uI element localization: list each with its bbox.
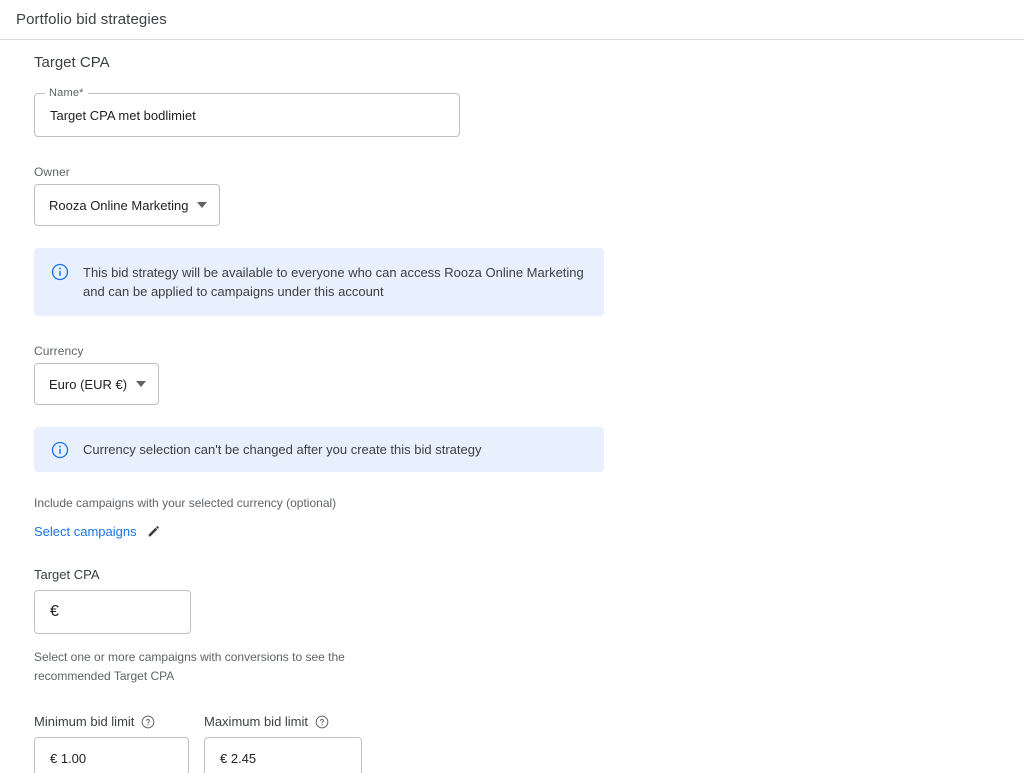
- owner-info-banner-text: This bid strategy will be available to e…: [83, 265, 584, 299]
- include-campaigns-group: Include campaigns with your selected cur…: [34, 494, 1024, 539]
- portfolio-bid-strategy-page: Portfolio bid strategies Target CPA Name…: [0, 0, 1024, 773]
- chevron-down-icon: [136, 381, 147, 387]
- minimum-bid-limit-head: Minimum bid limit: [34, 714, 189, 729]
- page-title: Portfolio bid strategies: [16, 11, 167, 28]
- name-field-label: Name*: [45, 87, 88, 99]
- currency-select[interactable]: Euro (EUR €): [34, 363, 160, 405]
- section-title: Target CPA: [34, 54, 110, 71]
- minimum-bid-limit-label: Minimum bid limit: [34, 714, 135, 729]
- chevron-down-icon: [197, 202, 208, 208]
- minimum-bid-limit-group: Minimum bid limit € 1.00 Bid limits will…: [34, 714, 189, 773]
- form-content: Target CPA Name* Target CPA met bodlimie…: [0, 40, 1024, 773]
- target-cpa-value: €: [50, 603, 59, 620]
- maximum-bid-limit-value: € 2.45: [220, 750, 257, 766]
- app-header: Portfolio bid strategies: [0, 0, 1024, 40]
- help-circle-icon[interactable]: [141, 715, 155, 729]
- help-circle-icon[interactable]: [315, 715, 329, 729]
- owner-group: Owner Rooza Online Marketing: [34, 165, 1024, 226]
- pencil-icon[interactable]: [146, 523, 162, 539]
- owner-select-value: Rooza Online Marketing: [49, 197, 189, 213]
- owner-select[interactable]: Rooza Online Marketing: [34, 184, 221, 226]
- info-icon: [51, 263, 69, 281]
- target-cpa-label: Target CPA: [34, 567, 100, 582]
- include-campaigns-helper: Include campaigns with your selected cur…: [34, 496, 337, 510]
- maximum-bid-limit-input[interactable]: € 2.45: [204, 737, 362, 773]
- minimum-bid-limit-value: € 1.00: [50, 750, 87, 766]
- info-icon: [51, 441, 69, 459]
- currency-select-value: Euro (EUR €): [49, 376, 128, 392]
- owner-info-banner: This bid strategy will be available to e…: [34, 248, 604, 316]
- maximum-bid-limit-group: Maximum bid limit € 2.45 Bid limits will…: [204, 714, 362, 773]
- currency-label: Currency: [34, 344, 84, 358]
- select-campaigns-link[interactable]: Select campaigns: [34, 524, 137, 539]
- name-field-value: Target CPA met bodlimiet: [50, 107, 196, 123]
- target-cpa-helper: Select one or more campaigns with conver…: [34, 650, 345, 683]
- bid-limits-group: Minimum bid limit € 1.00 Bid limits will…: [34, 714, 1024, 773]
- target-cpa-group: Target CPA € Select one or more campaign…: [34, 567, 1024, 686]
- currency-info-banner: Currency selection can't be changed afte…: [34, 427, 604, 472]
- select-campaigns-row[interactable]: Select campaigns: [34, 523, 1024, 539]
- name-field[interactable]: Name* Target CPA met bodlimiet: [34, 87, 460, 137]
- maximum-bid-limit-label: Maximum bid limit: [204, 714, 309, 729]
- target-cpa-input[interactable]: €: [34, 590, 191, 634]
- owner-label: Owner: [34, 165, 70, 179]
- currency-group: Currency Euro (EUR €): [34, 344, 1024, 405]
- target-cpa-head: Target CPA: [34, 567, 1024, 582]
- maximum-bid-limit-head: Maximum bid limit: [204, 714, 362, 729]
- currency-info-banner-text: Currency selection can't be changed afte…: [83, 442, 482, 457]
- minimum-bid-limit-input[interactable]: € 1.00: [34, 737, 189, 773]
